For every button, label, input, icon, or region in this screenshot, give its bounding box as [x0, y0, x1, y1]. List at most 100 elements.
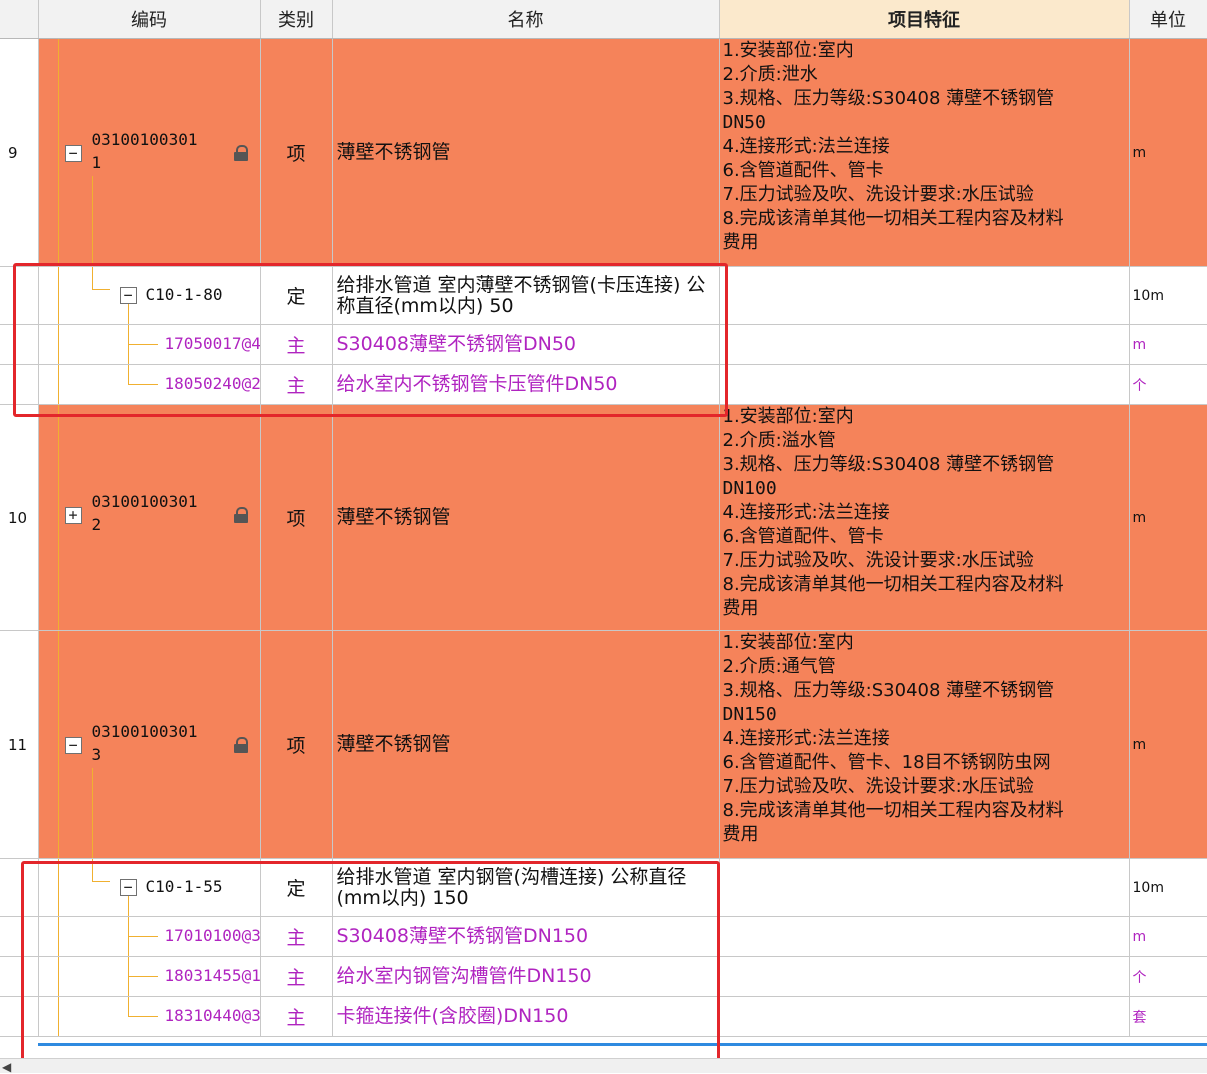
feature-line: 4.连接形式:法兰连接 [722, 502, 890, 523]
tree-line [91, 267, 93, 289]
unit-cell[interactable]: m [1129, 324, 1207, 365]
tree-line [57, 957, 59, 996]
features-cell[interactable] [719, 324, 1130, 365]
bill-grid: 编码 类别 名称 项目特征 单位 9 − 03100100301 1 项 薄壁不… [0, 0, 1207, 1037]
tree-line [127, 344, 158, 345]
tree-line [57, 267, 59, 324]
code-line2: 1 [91, 153, 102, 172]
feature-line: DN100 [722, 478, 777, 499]
table-row-quota[interactable]: − C10-1-80 定 给排水管道 室内薄壁不锈钢管(卡压连接) 公称直径(m… [0, 266, 1207, 325]
tree-line [91, 859, 93, 881]
name-cell[interactable]: 薄壁不锈钢管 [332, 404, 720, 631]
feature-line: 1.安装部位:室内 [722, 406, 854, 427]
table-row-item-9[interactable]: 9 − 03100100301 1 项 薄壁不锈钢管 1.安装部位:室内 2.介… [0, 38, 1207, 267]
code-line1: 03100100301 [91, 130, 198, 149]
header-category[interactable]: 类别 [260, 0, 333, 39]
category-cell[interactable]: 项 [260, 630, 333, 859]
code-cell[interactable]: − C10-1-55 [38, 858, 261, 917]
code-text: 18031455@1 [164, 966, 260, 985]
feature-line: 费用 [722, 232, 759, 253]
category-cell[interactable]: 主 [260, 996, 333, 1037]
name-cell[interactable]: 卡箍连接件(含胶圈)DN150 [332, 996, 720, 1037]
code-cell[interactable]: − C10-1-80 [38, 266, 261, 325]
unit-cell[interactable]: 个 [1129, 364, 1207, 405]
unit-cell[interactable]: m [1129, 404, 1207, 631]
unit-cell[interactable]: m [1129, 916, 1207, 957]
tree-line [57, 39, 59, 266]
name-cell[interactable]: 给水室内钢管沟槽管件DN150 [332, 956, 720, 997]
code-line1: 03100100301 [91, 722, 198, 741]
unit-cell[interactable]: 10m [1129, 266, 1207, 325]
code-cell[interactable]: + 03100100301 2 [38, 404, 261, 631]
collapse-toggle-icon[interactable]: − [64, 145, 82, 162]
unit-cell[interactable]: m [1129, 630, 1207, 859]
name-cell[interactable]: S30408薄壁不锈钢管DN150 [332, 916, 720, 957]
header-num[interactable] [0, 0, 39, 39]
features-cell[interactable]: 1.安装部位:室内 2.介质:通气管 3.规格、压力等级:S30408 薄壁不锈… [719, 630, 1130, 859]
code-cell[interactable]: 18310440@3 [38, 996, 261, 1037]
category-cell[interactable]: 定 [260, 858, 333, 917]
feature-line: 3.规格、压力等级:S30408 薄壁不锈钢管 [722, 680, 1055, 701]
features-cell[interactable] [719, 996, 1130, 1037]
table-row-item-10[interactable]: 10 + 03100100301 2 项 薄壁不锈钢管 1.安装部位:室内 2.… [0, 404, 1207, 631]
name-cell[interactable]: S30408薄壁不锈钢管DN50 [332, 324, 720, 365]
row-number [0, 996, 39, 1037]
code-cell[interactable]: 17050017@4 [38, 324, 261, 365]
features-cell[interactable]: 1.安装部位:室内 2.介质:泄水 3.规格、压力等级:S30408 薄壁不锈钢… [719, 38, 1130, 267]
feature-line: 6.含管道配件、管卡、18目不锈钢防虫网 [722, 752, 1051, 773]
category-cell[interactable]: 定 [260, 266, 333, 325]
features-cell[interactable]: 1.安装部位:室内 2.介质:溢水管 3.规格、压力等级:S30408 薄壁不锈… [719, 404, 1130, 631]
collapse-toggle-icon[interactable]: − [119, 287, 137, 304]
name-cell[interactable]: 给水室内不锈钢管卡压管件DN50 [332, 364, 720, 405]
category-cell[interactable]: 主 [260, 324, 333, 365]
header-code[interactable]: 编码 [38, 0, 261, 39]
unit-cell[interactable]: m [1129, 38, 1207, 267]
table-row-item-11[interactable]: 11 − 03100100301 3 项 薄壁不锈钢管 1.安装部位:室内 2.… [0, 630, 1207, 859]
table-row-quota[interactable]: − C10-1-55 定 给排水管道 室内钢管(沟槽连接) 公称直径(mm以内)… [0, 858, 1207, 917]
category-cell[interactable]: 项 [260, 38, 333, 267]
header-unit[interactable]: 单位 [1129, 0, 1207, 39]
name-cell[interactable]: 给排水管道 室内钢管(沟槽连接) 公称直径(mm以内) 150 [332, 858, 720, 917]
code-cell[interactable]: − 03100100301 1 [38, 38, 261, 267]
header-name[interactable]: 名称 [332, 0, 720, 39]
features-cell[interactable] [719, 364, 1130, 405]
expand-toggle-icon[interactable]: + [64, 507, 82, 524]
code-cell[interactable]: 18050240@2 [38, 364, 261, 405]
code-cell[interactable]: 17010100@3 [38, 916, 261, 957]
row-number [0, 266, 39, 325]
code-cell[interactable]: 18031455@1 [38, 956, 261, 997]
category-cell[interactable]: 主 [260, 956, 333, 997]
collapse-toggle-icon[interactable]: − [119, 879, 137, 896]
table-row-material[interactable]: 17010100@3 主 S30408薄壁不锈钢管DN150 m [0, 916, 1207, 957]
table-row-material[interactable]: 17050017@4 主 S30408薄壁不锈钢管DN50 m [0, 324, 1207, 365]
table-row-material[interactable]: 18031455@1 主 给水室内钢管沟槽管件DN150 个 [0, 956, 1207, 997]
features-cell[interactable] [719, 266, 1130, 325]
feature-line: 2.介质:泄水 [722, 64, 818, 85]
unit-cell[interactable]: 个 [1129, 956, 1207, 997]
collapse-toggle-icon[interactable]: − [64, 737, 82, 754]
name-cell[interactable]: 薄壁不锈钢管 [332, 38, 720, 267]
feature-line: 8.完成该清单其他一切相关工程内容及材料 [722, 208, 1064, 229]
header-features[interactable]: 项目特征 [719, 0, 1130, 39]
unit-cell[interactable]: 10m [1129, 858, 1207, 917]
feature-line: 3.规格、压力等级:S30408 薄壁不锈钢管 [722, 88, 1055, 109]
name-cell[interactable]: 给排水管道 室内薄壁不锈钢管(卡压连接) 公称直径(mm以内) 50 [332, 266, 720, 325]
category-cell[interactable]: 项 [260, 404, 333, 631]
category-cell[interactable]: 主 [260, 916, 333, 957]
tree-line [91, 176, 93, 266]
name-cell[interactable]: 薄壁不锈钢管 [332, 630, 720, 859]
code-text: C10-1-55 [145, 877, 223, 896]
row-number [0, 364, 39, 405]
features-cell[interactable] [719, 916, 1130, 957]
horizontal-scrollbar[interactable]: ◀ [0, 1058, 1207, 1074]
features-cell[interactable] [719, 858, 1130, 917]
tree-line [91, 881, 110, 882]
table-row-material[interactable]: 18310440@3 主 卡箍连接件(含胶圈)DN150 套 [0, 996, 1207, 1037]
unit-cell[interactable]: 套 [1129, 996, 1207, 1037]
features-cell[interactable] [719, 956, 1130, 997]
feature-line: 费用 [722, 598, 759, 619]
table-row-material[interactable]: 18050240@2 主 给水室内不锈钢管卡压管件DN50 个 [0, 364, 1207, 405]
category-cell[interactable]: 主 [260, 364, 333, 405]
code-cell[interactable]: − 03100100301 3 [38, 630, 261, 859]
row-number [0, 916, 39, 957]
